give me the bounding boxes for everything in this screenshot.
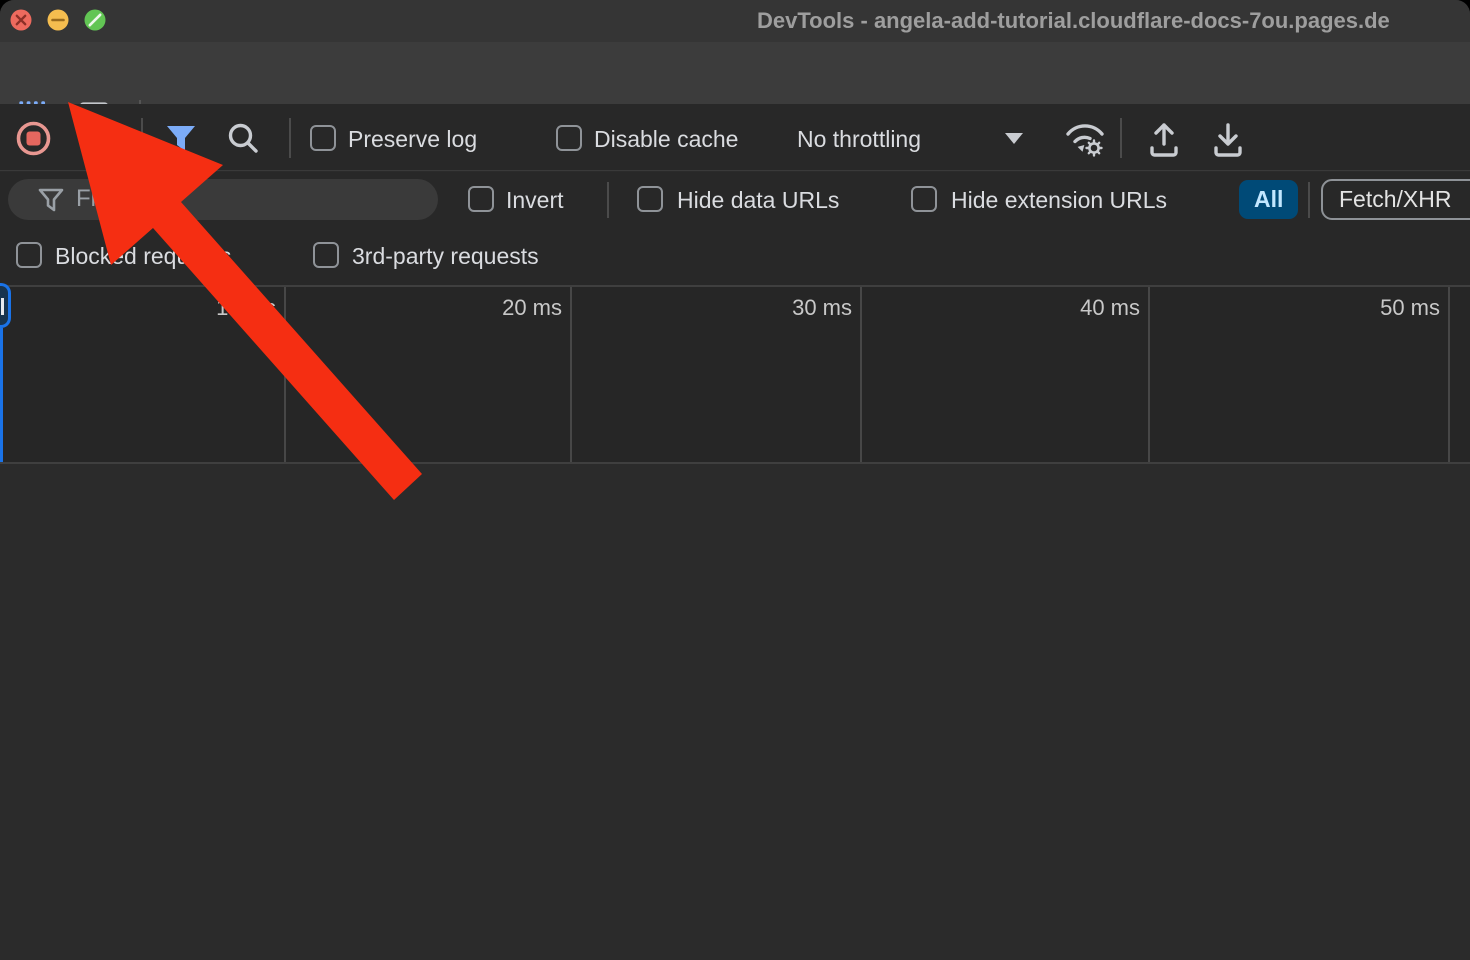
timeline-gridline (570, 287, 572, 462)
filter-funnel-icon (163, 122, 199, 156)
timeline-gridline (1448, 287, 1450, 462)
third-party-requests-label: 3rd-party requests (352, 243, 539, 270)
search-icon (225, 120, 262, 157)
download-icon (1208, 117, 1248, 159)
network-toolbar: Preserve log Disable cache No throttling (0, 104, 1470, 171)
filter-funnel-outline-icon (36, 185, 66, 215)
request-type-all-chip[interactable]: All (1239, 180, 1298, 219)
requests-empty-panel: Recordi Perform a request (0, 464, 1470, 960)
filter-row-separator (607, 182, 609, 218)
preserve-log-checkbox[interactable] (310, 125, 336, 151)
timeline-tick-50ms: 50 ms (1380, 295, 1440, 321)
disable-cache-checkbox[interactable] (556, 125, 582, 151)
hide-data-urls-checkbox[interactable] (637, 186, 663, 212)
timeline-gridline (284, 287, 286, 462)
blocked-requests-label: Blocked requests (55, 243, 231, 270)
disable-cache-label: Disable cache (594, 126, 738, 153)
zoom-disabled-icon (84, 9, 106, 31)
throttling-select[interactable]: No throttling (797, 126, 921, 153)
invert-label: Invert (506, 187, 564, 214)
more-filters-row: Blocked requests 3rd-party requests (0, 228, 1470, 285)
devtools-tabbar: Console Network Sources Performance Memo… (0, 42, 1470, 104)
devtools-window: DevTools - angela-add-tutorial.cloudflar… (0, 0, 1470, 960)
invert-checkbox[interactable] (468, 186, 494, 212)
preserve-log-label: Preserve log (348, 126, 477, 153)
minimize-window-button[interactable] (47, 9, 69, 31)
filter-input[interactable] (76, 182, 416, 216)
third-party-requests-checkbox[interactable] (313, 242, 339, 268)
timeline-tick-40ms: 40 ms (1080, 295, 1140, 321)
network-conditions-icon (1062, 117, 1108, 159)
blocked-requests-checkbox[interactable] (16, 242, 42, 268)
network-conditions-button[interactable] (1062, 117, 1108, 162)
export-har-button[interactable] (1208, 117, 1248, 162)
toolbar-separator (141, 118, 143, 158)
scrubber-grip (1, 298, 4, 315)
timeline-scrubber-line (0, 328, 3, 462)
hide-extension-urls-checkbox[interactable] (911, 186, 937, 212)
record-network-log-button[interactable] (15, 120, 52, 160)
close-window-button[interactable] (10, 9, 32, 31)
window-title: DevTools - angela-add-tutorial.cloudflar… (757, 8, 1390, 34)
hide-data-urls-label: Hide data URLs (677, 187, 839, 214)
zoom-window-button[interactable] (84, 9, 106, 31)
toolbar-separator (1120, 118, 1122, 158)
filter-toggle-button[interactable] (163, 122, 199, 159)
search-button[interactable] (225, 120, 262, 160)
titlebar: DevTools - angela-add-tutorial.cloudflar… (0, 0, 1470, 42)
hide-extension-urls-label: Hide extension URLs (951, 187, 1167, 214)
minimize-icon (47, 9, 69, 31)
timeline-scrubber-handle[interactable] (0, 283, 11, 328)
timeline-tick-30ms: 30 ms (792, 295, 852, 321)
chevron-down-icon[interactable] (1005, 133, 1023, 144)
timeline-tick-10ms: 10 ms (216, 295, 276, 321)
request-type-fetch-xhr-chip[interactable]: Fetch/XHR (1321, 179, 1470, 220)
clear-network-log-button[interactable] (79, 120, 116, 160)
toolbar-separator (289, 118, 291, 158)
timeline-gridline (860, 287, 862, 462)
network-filter-row: Invert Hide data URLs Hide extension URL… (0, 172, 1470, 228)
import-har-button[interactable] (1144, 117, 1184, 162)
upload-icon (1144, 117, 1184, 159)
close-icon (10, 9, 32, 31)
network-overview-timeline[interactable]: 10 ms 20 ms 30 ms 40 ms 50 ms (0, 285, 1470, 464)
filter-row-separator (1308, 182, 1310, 218)
timeline-gridline (1148, 287, 1150, 462)
record-stop-icon (15, 120, 52, 157)
timeline-tick-20ms: 20 ms (502, 295, 562, 321)
clear-icon (79, 120, 116, 157)
